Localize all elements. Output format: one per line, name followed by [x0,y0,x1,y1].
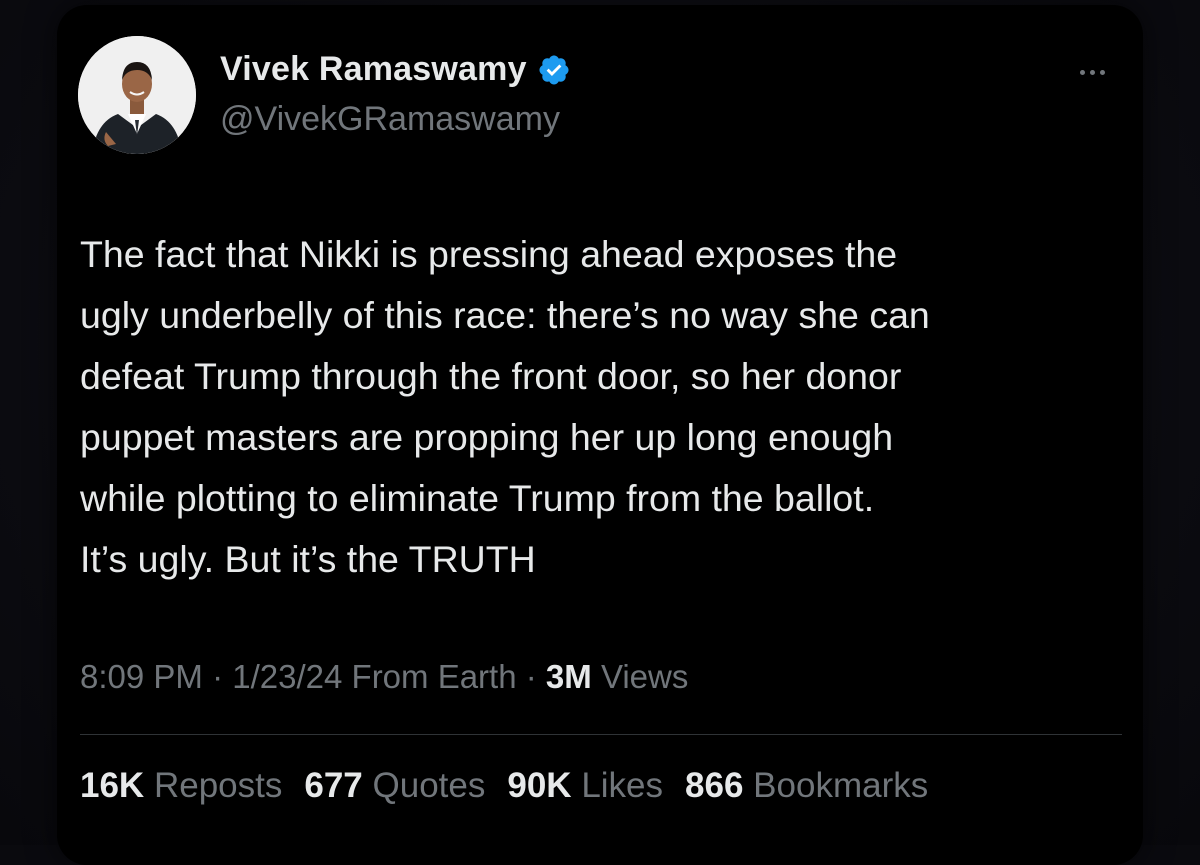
tweet-time[interactable]: 8:09 PM [80,658,203,695]
quotes-label: Quotes [372,766,486,805]
tweet-meta: 8:09 PM · 1/23/24 From Earth · 3M Views [80,658,688,696]
likes-label: Likes [581,766,664,805]
tweet-source: From Earth [351,658,517,695]
author-display-name[interactable]: Vivek Ramaswamy [220,50,527,89]
meta-separator: · [525,658,537,695]
stat-reposts[interactable]: 16K Reposts [80,766,282,806]
divider [80,734,1122,735]
verified-badge-icon [539,54,569,85]
author-handle[interactable]: @VivekGRamaswamy [220,100,560,139]
engagement-stats: 16K Reposts 677 Quotes 90K Likes 866 Boo… [80,766,950,806]
bookmarks-label: Bookmarks [753,766,929,805]
tweet-date[interactable]: 1/23/24 [232,658,342,695]
likes-count: 90K [507,766,572,805]
bookmarks-count: 866 [685,766,744,805]
reposts-count: 16K [80,766,145,805]
author-name-row[interactable]: Vivek Ramaswamy [220,50,571,89]
meta-separator: · [212,658,224,695]
avatar-photo [78,36,196,154]
more-options-icon[interactable] [1080,62,1120,78]
quotes-count: 677 [304,766,363,805]
stat-quotes[interactable]: 677 Quotes [304,766,485,806]
stat-bookmarks[interactable]: 866 Bookmarks [685,766,928,806]
tweet-text: The fact that Nikki is pressing ahead ex… [80,233,930,580]
views-label: Views [600,658,689,695]
avatar[interactable] [78,36,196,154]
reposts-label: Reposts [153,766,283,805]
stat-likes[interactable]: 90K Likes [507,766,663,806]
views-count: 3M [545,658,592,695]
